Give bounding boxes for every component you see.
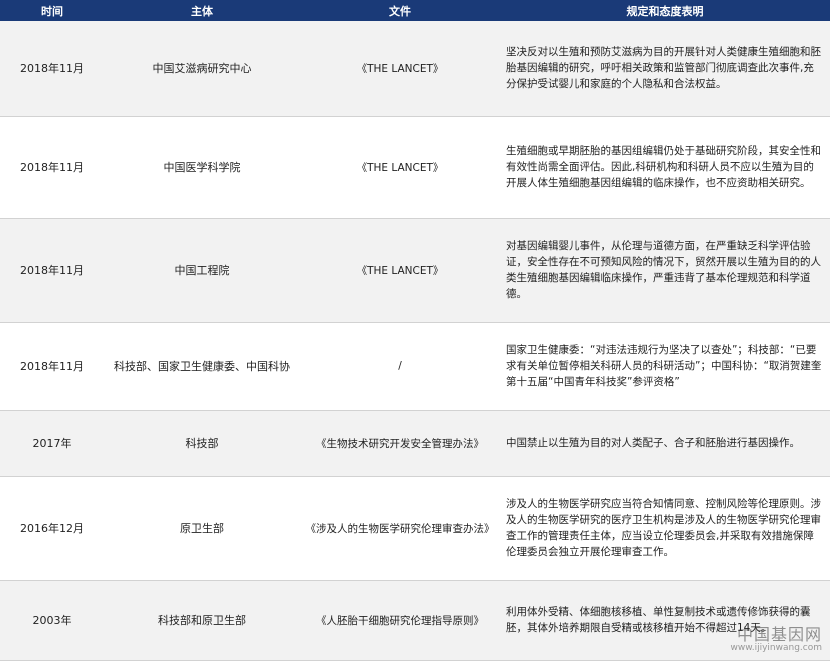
watermark-name: 中国基因网 (736, 625, 822, 644)
table-row: 2018年11月 科技部、国家卫生健康委、中国科协 / 国家卫生健康委：“对违法… (0, 322, 830, 411)
cell-subject: 科技部、国家卫生健康委、中国科协 (104, 322, 300, 411)
cell-subject: 中国工程院 (104, 218, 300, 323)
cell-time: 2003年 (0, 580, 104, 661)
table-row: 2018年11月 中国工程院 《THE LANCET》 对基因编辑婴儿事件，从伦… (0, 218, 830, 323)
cell-time: 2016年12月 (0, 476, 104, 581)
cell-document: 《THE LANCET》 (300, 21, 500, 117)
table-row: 2018年11月 中国艾滋病研究中心 《THE LANCET》 坚决反对以生殖和… (0, 21, 830, 117)
cell-document: 《THE LANCET》 (300, 116, 500, 219)
cell-time: 2018年11月 (0, 322, 104, 411)
cell-document: 《生物技术研究开发安全管理办法》 (300, 410, 500, 477)
table-row: 2018年11月 中国医学科学院 《THE LANCET》 生殖细胞或早期胚胎的… (0, 116, 830, 219)
watermark-url: www.ijiyinwang.com (730, 643, 822, 653)
table-row: 2016年12月 原卫生部 《涉及人的生物医学研究伦理审查办法》 涉及人的生物医… (0, 476, 830, 581)
header-time: 时间 (0, 0, 104, 21)
cell-subject: 原卫生部 (104, 476, 300, 581)
cell-time: 2018年11月 (0, 116, 104, 219)
cell-document: 《涉及人的生物医学研究伦理审查办法》 (300, 476, 500, 581)
header-stance: 规定和态度表明 (500, 0, 830, 21)
cell-subject: 中国艾滋病研究中心 (104, 21, 300, 117)
cell-document: / (300, 322, 500, 411)
cell-document: 《人胚胎干细胞研究伦理指导原则》 (300, 580, 500, 661)
cell-subject: 科技部 (104, 410, 300, 477)
regulation-table: 时间 主体 文件 规定和态度表明 2018年11月 中国艾滋病研究中心 《THE… (0, 0, 830, 661)
cell-stance: 生殖细胞或早期胚胎的基因组编辑仍处于基础研究阶段，其安全性和有效性尚需全面评估。… (500, 116, 830, 219)
cell-stance: 涉及人的生物医学研究应当符合知情同意、控制风险等伦理原则。涉及人的生物医学研究的… (500, 476, 830, 581)
table-row: 2003年 科技部和原卫生部 《人胚胎干细胞研究伦理指导原则》 利用体外受精、体… (0, 580, 830, 661)
table-row: 2017年 科技部 《生物技术研究开发安全管理办法》 中国禁止以生殖为目的对人类… (0, 410, 830, 477)
cell-stance: 中国禁止以生殖为目的对人类配子、合子和胚胎进行基因操作。 (500, 410, 830, 477)
watermark: 中国基因网 www.ijiyinwang.com (730, 621, 822, 653)
cell-time: 2018年11月 (0, 218, 104, 323)
cell-time: 2018年11月 (0, 21, 104, 117)
cell-stance: 国家卫生健康委：“对违法违规行为坚决了以查处”；科技部：“已要求有关单位暂停相关… (500, 322, 830, 411)
cell-stance: 坚决反对以生殖和预防艾滋病为目的开展针对人类健康生殖细胞和胚胎基因编辑的研究，呼… (500, 21, 830, 117)
header-document: 文件 (300, 0, 500, 21)
cell-document: 《THE LANCET》 (300, 218, 500, 323)
cell-subject: 中国医学科学院 (104, 116, 300, 219)
cell-stance: 对基因编辑婴儿事件，从伦理与道德方面，在严重缺乏科学评估验证，安全性存在不可预知… (500, 218, 830, 323)
table-header-row: 时间 主体 文件 规定和态度表明 (0, 0, 830, 21)
cell-time: 2017年 (0, 410, 104, 477)
cell-subject: 科技部和原卫生部 (104, 580, 300, 661)
header-subject: 主体 (104, 0, 300, 21)
